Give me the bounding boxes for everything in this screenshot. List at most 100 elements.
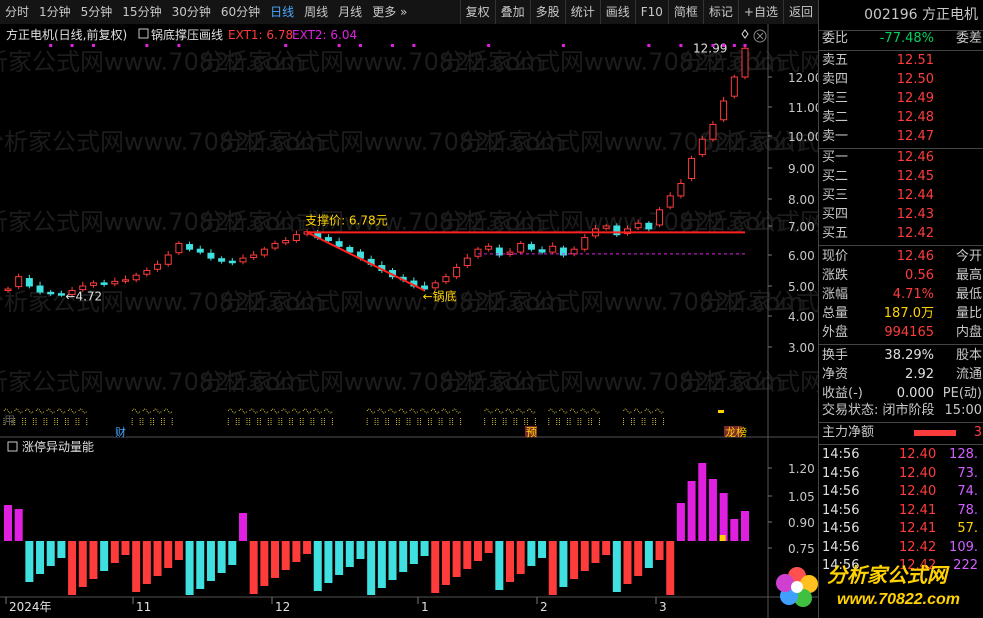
tool-add-watch-button[interactable]: +自选 [737,0,783,24]
ask-label: 卖一 [822,129,849,144]
tool-fuquan-button[interactable]: 复权 [459,0,495,24]
sub-bar-negative [110,541,119,563]
sub-bar-positive [741,511,749,541]
candle-body [688,157,696,180]
x-tick-label: 2024年 [9,600,52,614]
signal-dot [711,44,715,47]
tick-volume: 73. [957,465,978,481]
sub-bar-negative [495,541,504,590]
low-price-label: ←4.72 [65,289,102,303]
period-tab-0[interactable]: 分时 [0,0,34,24]
sub-bar-negative [538,541,547,558]
tool-stats-button[interactable]: 统计 [564,0,600,24]
event-marker[interactable]: 预 [526,426,537,439]
stat-row: 外盘 994165 内盘 [819,324,983,342]
period-tab-5[interactable]: 60分钟 [216,0,265,24]
stat-label: 涨幅 [822,287,849,302]
sub-bar-negative [313,541,322,591]
y-tick-label: 3.00 [788,341,815,355]
sub-bar-negative [164,541,173,568]
tick-price: 12.40 [899,465,937,481]
stat-label: 换手 [822,348,849,363]
sub-bar-negative [527,541,536,566]
divider [819,344,983,345]
stat-value: 38.29% [884,348,934,363]
period-tab-daily[interactable]: 日线 [265,0,299,24]
sub-bar-negative [356,541,365,559]
y-tick-label: 5.00 [788,280,815,294]
sub-bar-negative [655,541,664,560]
ask-row: 卖二 12.48 [819,109,983,127]
y-tick-label: 12.00 [788,71,818,85]
tool-draw-button[interactable]: 画线 [599,0,635,24]
sub-bar-positive [14,509,23,541]
candle-body [250,254,258,258]
candle-body [527,244,535,250]
signal-dot [70,44,74,47]
tick-row: 14:56 12.41 57. [819,520,983,538]
sub-bar-negative [506,541,515,582]
tick-volume: 128. [949,447,978,462]
candle-body [698,138,706,156]
bid-label: 买五 [822,226,849,241]
candle-body [485,245,493,250]
period-tab-1[interactable]: 1分钟 [34,0,76,24]
candle-body [15,276,23,288]
period-tab-more[interactable]: 更多 » [367,0,412,24]
candle-body [431,282,439,289]
divider [819,50,983,51]
sub-bar-negative [335,541,344,575]
indicator-name[interactable]: 锅底撑压画线 [151,27,223,42]
candle-body [474,248,482,257]
stat-label-2: 内盘 [955,325,982,340]
period-tab-3[interactable]: 15分钟 [117,0,166,24]
event-marker[interactable]: 龙榜 [725,425,747,439]
sub-bar-negative [217,541,226,573]
sub-bar-negative [196,541,205,589]
tool-overlay-button[interactable]: 叠加 [494,0,530,24]
kline-chart[interactable]: 分析家公式网www.70822.com分析家公式网www.70822.com分析… [0,24,818,618]
tool-multi-button[interactable]: 多股 [529,0,565,24]
sub-tick-label: 1.05 [788,490,815,504]
diff-label: 委差 [955,31,982,46]
sub-bar-negative [377,541,386,588]
period-toolbar: 分时 1分钟 5分钟 15分钟 30分钟 60分钟 日线 周线 月线 更多 » … [0,0,818,25]
tick-time: 14:56 [822,521,860,536]
candle-body [538,249,546,253]
sub-bar-negative [559,541,568,587]
ask-label: 卖二 [822,110,849,125]
period-tab-8[interactable]: 月线 [333,0,367,24]
candle-body [260,248,268,256]
sub-bar-negative [367,541,376,595]
ask-price: 12.48 [896,110,934,125]
event-marker[interactable]: 财 [115,425,126,439]
bid-label: 买一 [822,150,849,165]
tick-time: 14:56 [822,447,860,462]
period-tab-4[interactable]: 30分钟 [167,0,216,24]
sub-indicator-name[interactable]: 涨停异动量能 [22,439,94,454]
stat-row: 总量 187.0万 量比 [819,305,983,323]
candle-body [207,252,215,259]
sub-bar-negative [591,541,600,563]
sub-bar-negative [345,541,354,567]
stat-value: 2.92 [905,367,934,382]
stat-value: 994165 [884,325,934,340]
tool-back-button[interactable]: 返回 [782,0,818,24]
sub-bar-negative [303,541,312,554]
tool-f10-button[interactable]: F10 [634,0,668,24]
sub-bar-positive [730,519,739,541]
trade-status-row: 交易状态: 闭市阶段 15:00 [819,402,983,420]
period-tab-7[interactable]: 周线 [299,0,333,24]
bottom-label: ←锅底 [423,289,457,304]
candle-body [175,242,183,254]
stock-code-name: 002196 方正电机 [819,0,983,31]
flower-icon [776,567,818,607]
candle-body [709,123,717,140]
sub-bar-negative [89,541,98,579]
tick-row: 14:56 12.40 73. [819,465,983,483]
signal-dot [177,44,181,47]
period-tab-2[interactable]: 5分钟 [76,0,118,24]
net-inflow-label: 主力净额 [822,425,875,440]
tool-simple-button[interactable]: 简框 [667,0,703,24]
tool-mark-button[interactable]: 标记 [702,0,738,24]
